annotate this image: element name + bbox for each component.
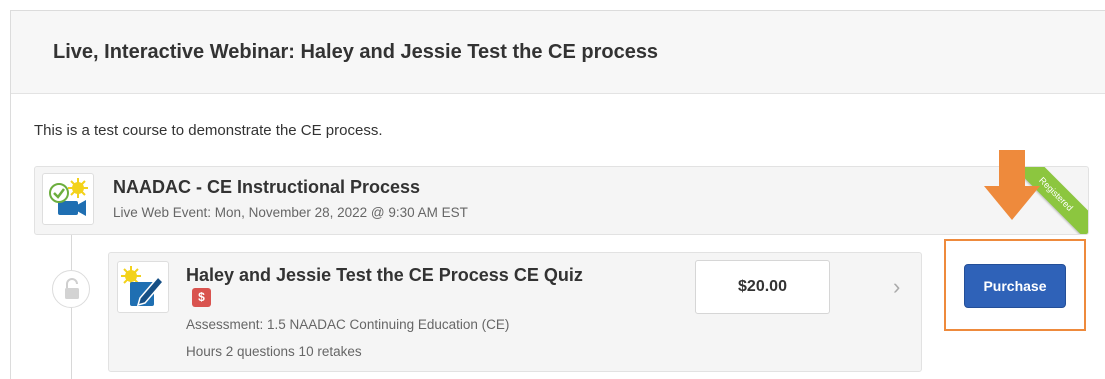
quiz-title-text[interactable]: Haley and Jessie Test the CE Process CE … <box>186 265 583 285</box>
unlock-icon <box>52 270 90 308</box>
quiz-subtitle: Assessment: 1.5 NAADAC Continuing Educat… <box>186 317 510 332</box>
arrow-down-icon <box>984 150 1040 220</box>
course-header: Live, Interactive Webinar: Haley and Jes… <box>11 11 1105 94</box>
event-title[interactable]: NAADAC - CE Instructional Process <box>113 177 420 198</box>
edit-pencil-icon <box>117 261 169 313</box>
paid-badge: $ <box>192 288 211 307</box>
purchase-button[interactable]: Purchase <box>964 264 1066 308</box>
course-description: This is a test course to demonstrate the… <box>34 122 383 139</box>
event-item[interactable]: NAADAC - CE Instructional Process Live W… <box>34 166 1089 235</box>
price-box: $20.00 <box>695 260 830 314</box>
course-title: Live, Interactive Webinar: Haley and Jes… <box>53 41 659 63</box>
quiz-title[interactable]: Haley and Jessie Test the CE Process CE … <box>186 264 586 308</box>
quiz-meta: Hours 2 questions 10 retakes <box>186 344 362 359</box>
event-subtitle: Live Web Event: Mon, November 28, 2022 @… <box>113 205 468 220</box>
chevron-right-icon[interactable]: › <box>893 274 900 300</box>
video-camera-completed-icon <box>42 173 94 225</box>
quiz-item[interactable]: Haley and Jessie Test the CE Process CE … <box>108 252 922 372</box>
